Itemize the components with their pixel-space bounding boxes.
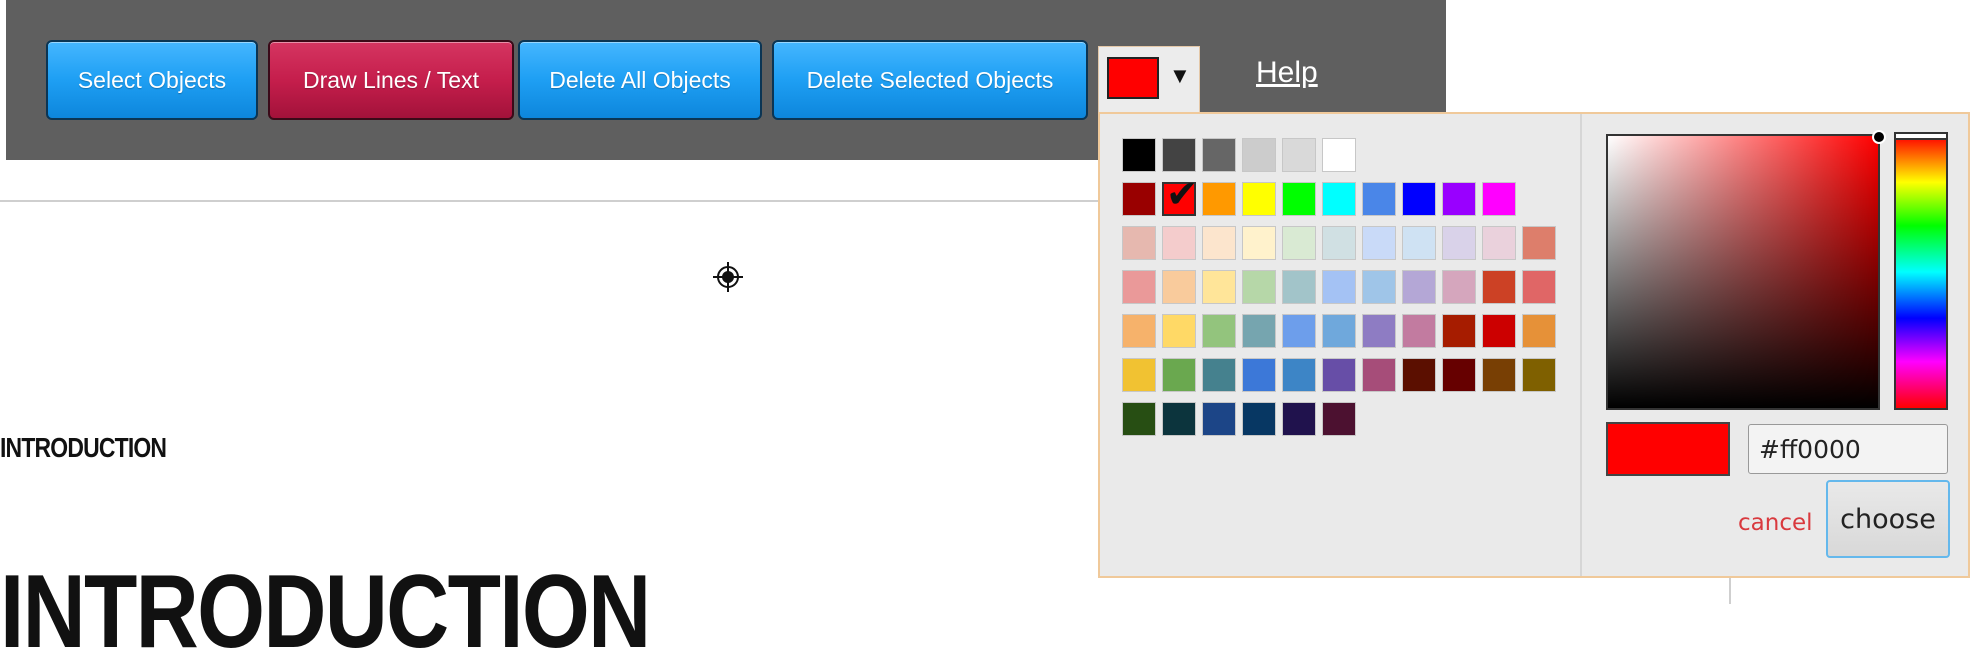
- hue-slider-handle[interactable]: [1894, 132, 1948, 140]
- palette-swatch[interactable]: [1122, 138, 1156, 172]
- palette-swatch[interactable]: [1282, 314, 1316, 348]
- palette-swatch[interactable]: [1202, 402, 1236, 436]
- divider-line: [0, 200, 1100, 202]
- palette-swatch[interactable]: [1482, 358, 1516, 392]
- color-picker-trigger[interactable]: ▼: [1098, 46, 1200, 114]
- palette-swatch[interactable]: [1362, 314, 1396, 348]
- palette-swatch[interactable]: [1322, 402, 1356, 436]
- palette-swatch[interactable]: [1322, 226, 1356, 260]
- palette-swatch[interactable]: [1202, 270, 1236, 304]
- palette-swatch[interactable]: ✔: [1162, 176, 1198, 216]
- palette-swatch[interactable]: [1522, 358, 1556, 392]
- section-heading-large: INTRODUCTION: [0, 554, 651, 670]
- palette-swatch[interactable]: [1322, 182, 1356, 216]
- palette-swatch[interactable]: [1322, 314, 1356, 348]
- palette-swatch[interactable]: [1242, 314, 1276, 348]
- palette-row: [1122, 358, 1556, 392]
- picker-divider: [1580, 114, 1582, 576]
- vertical-divider: [1729, 578, 1731, 604]
- palette-swatch[interactable]: [1482, 314, 1516, 348]
- palette-swatch[interactable]: [1242, 270, 1276, 304]
- color-palette: ✔: [1122, 138, 1556, 446]
- palette-swatch[interactable]: [1202, 182, 1236, 216]
- palette-row: [1122, 226, 1556, 260]
- palette-swatch[interactable]: [1202, 314, 1236, 348]
- palette-swatch[interactable]: [1362, 358, 1396, 392]
- draw-lines-text-button[interactable]: Draw Lines / Text: [268, 40, 514, 120]
- palette-swatch[interactable]: [1162, 138, 1196, 172]
- delete-selected-objects-button[interactable]: Delete Selected Objects: [772, 40, 1088, 120]
- palette-swatch[interactable]: [1282, 182, 1316, 216]
- palette-swatch[interactable]: [1322, 270, 1356, 304]
- palette-swatch[interactable]: [1122, 402, 1156, 436]
- palette-swatch[interactable]: [1522, 314, 1556, 348]
- palette-swatch[interactable]: [1402, 226, 1436, 260]
- palette-swatch[interactable]: [1162, 314, 1196, 348]
- chevron-down-icon: ▼: [1169, 63, 1191, 88]
- palette-swatch[interactable]: [1442, 182, 1476, 216]
- palette-swatch[interactable]: [1482, 270, 1516, 304]
- palette-swatch[interactable]: [1122, 226, 1156, 260]
- palette-swatch[interactable]: [1122, 314, 1156, 348]
- palette-swatch[interactable]: [1122, 358, 1156, 392]
- palette-swatch[interactable]: [1522, 226, 1556, 260]
- palette-swatch[interactable]: [1522, 270, 1556, 304]
- palette-row: [1122, 314, 1556, 348]
- palette-swatch[interactable]: [1282, 402, 1316, 436]
- palette-swatch[interactable]: [1202, 138, 1236, 172]
- palette-swatch[interactable]: [1442, 358, 1476, 392]
- palette-swatch[interactable]: [1282, 226, 1316, 260]
- checkmark-icon: ✔: [1166, 174, 1198, 216]
- palette-swatch[interactable]: [1282, 138, 1316, 172]
- saturation-value-handle[interactable]: [1872, 130, 1886, 144]
- palette-swatch[interactable]: [1162, 358, 1196, 392]
- palette-swatch[interactable]: [1162, 270, 1196, 304]
- palette-swatch[interactable]: [1282, 270, 1316, 304]
- palette-swatch[interactable]: [1482, 226, 1516, 260]
- palette-swatch[interactable]: [1242, 138, 1276, 172]
- saturation-value-area[interactable]: [1606, 130, 1886, 410]
- palette-swatch[interactable]: [1202, 226, 1236, 260]
- section-heading-small: INTRODUCTION: [0, 432, 167, 463]
- palette-swatch[interactable]: [1482, 182, 1516, 216]
- palette-row: ✔: [1122, 176, 1556, 216]
- palette-swatch[interactable]: [1162, 402, 1196, 436]
- palette-swatch[interactable]: [1242, 182, 1276, 216]
- palette-swatch[interactable]: [1322, 138, 1356, 172]
- palette-swatch[interactable]: [1362, 270, 1396, 304]
- help-link[interactable]: Help: [1256, 56, 1318, 90]
- palette-swatch[interactable]: [1362, 226, 1396, 260]
- palette-swatch[interactable]: [1242, 226, 1276, 260]
- cancel-button[interactable]: cancel: [1738, 510, 1813, 536]
- palette-swatch[interactable]: [1162, 226, 1196, 260]
- crosshair-target-icon: [713, 262, 743, 292]
- palette-swatch[interactable]: [1202, 358, 1236, 392]
- palette-swatch[interactable]: [1122, 270, 1156, 304]
- palette-swatch[interactable]: [1402, 270, 1436, 304]
- palette-swatch[interactable]: [1402, 182, 1436, 216]
- palette-row: [1122, 402, 1556, 436]
- palette-swatch[interactable]: [1402, 314, 1436, 348]
- palette-row: [1122, 138, 1556, 172]
- current-color-swatch: [1107, 57, 1159, 99]
- palette-swatch[interactable]: [1442, 270, 1476, 304]
- palette-swatch[interactable]: [1402, 358, 1436, 392]
- palette-swatch[interactable]: [1122, 182, 1156, 216]
- hue-slider[interactable]: [1894, 132, 1948, 410]
- delete-all-objects-button[interactable]: Delete All Objects: [518, 40, 762, 120]
- choose-button[interactable]: choose: [1826, 480, 1950, 558]
- hex-color-input[interactable]: [1748, 424, 1948, 474]
- palette-swatch[interactable]: [1242, 358, 1276, 392]
- palette-swatch[interactable]: [1362, 182, 1396, 216]
- palette-swatch[interactable]: [1442, 226, 1476, 260]
- palette-swatch[interactable]: [1242, 402, 1276, 436]
- palette-swatch[interactable]: [1442, 314, 1476, 348]
- palette-swatch[interactable]: [1282, 358, 1316, 392]
- palette-swatch[interactable]: [1322, 358, 1356, 392]
- color-preview: [1606, 422, 1730, 476]
- color-picker-popup: ✔ cancel choose: [1098, 112, 1970, 578]
- palette-row: [1122, 270, 1556, 304]
- select-objects-button[interactable]: Select Objects: [46, 40, 258, 120]
